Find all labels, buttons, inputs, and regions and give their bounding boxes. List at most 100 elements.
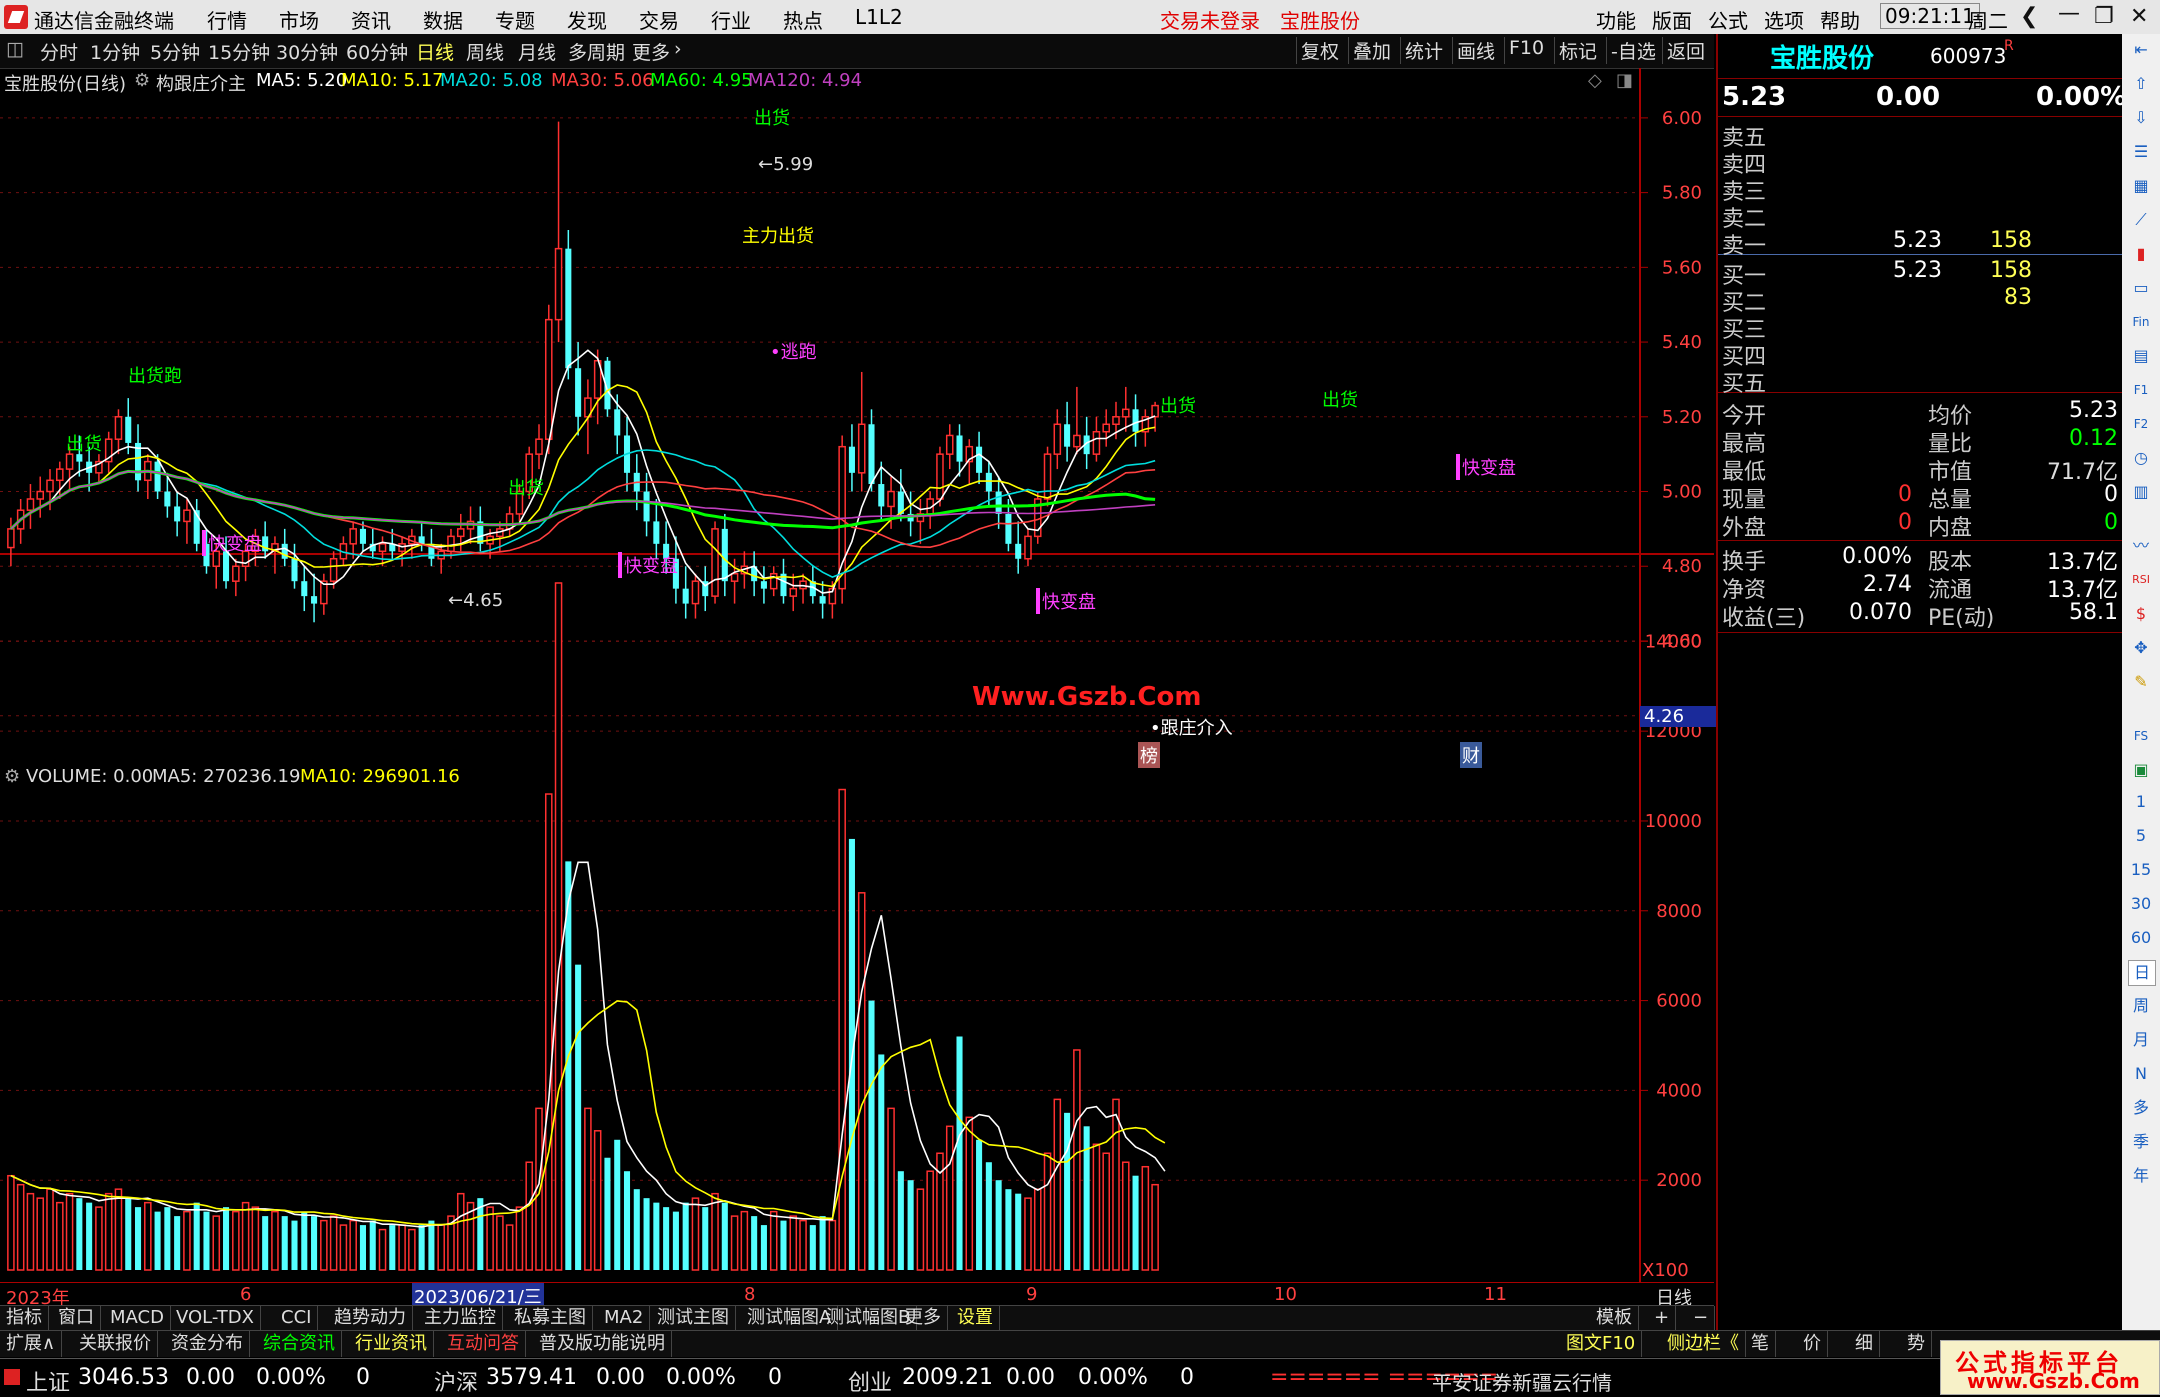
menu-hangqing[interactable]: 行情 [207,5,247,34]
sidebar-period-day[interactable]: 日 [2128,960,2156,986]
menu-xuanxiang[interactable]: 选项 [1764,5,1804,34]
menu-shuju[interactable]: 数据 [423,5,463,34]
sidebar-period-5[interactable]: 5 [2128,824,2154,848]
minimize-icon[interactable]: — [2058,1,2080,26]
bid-row-3[interactable]: 买三 [1718,312,2122,343]
sidebar-period-year[interactable]: 年 [2128,1164,2154,1188]
period-60min[interactable]: 60分钟 [346,38,408,65]
side-tab-0[interactable]: 图文F10 [1560,1331,1643,1357]
side-tab-2[interactable]: 笔 [1745,1331,1776,1357]
sidebar-period-week[interactable]: 周 [2128,994,2154,1018]
menu-zhuanti[interactable]: 专题 [495,5,535,34]
panel-toggle-icon[interactable]: ◫ [6,38,24,60]
template-tab-2[interactable]: − [1687,1306,1716,1330]
indicator-tab-6[interactable]: 主力监控 [418,1306,503,1330]
period-15min[interactable]: 15分钟 [208,38,270,65]
close-icon[interactable]: ✕ [2130,4,2148,29]
biaoji-button[interactable]: 标记 [1554,37,1601,64]
info-tab-4[interactable]: 行业资讯 [349,1331,434,1357]
indicator-tab-13[interactable]: 设置 [951,1306,1000,1330]
up-arrow-icon[interactable]: ⇧ [2128,72,2154,96]
login-status[interactable]: 交易未登录 [1160,5,1260,34]
table-icon[interactable]: ▦ [2128,174,2154,198]
sidebar-period-1[interactable]: 1 [2128,790,2154,814]
chevron-right-icon[interactable]: › [674,38,682,60]
info-tab-6[interactable]: 普及版功能说明 [533,1331,672,1357]
f2-icon[interactable]: F2 [2128,412,2154,436]
indicator-tab-2[interactable]: MACD [104,1306,171,1330]
indicator-tab-3[interactable]: VOL-TDX [170,1306,261,1330]
menu-l1l2[interactable]: L1L2 [855,5,903,29]
zixuan-button[interactable]: -自选 [1606,37,1660,64]
f1-icon[interactable]: F1 [2128,378,2154,402]
menu-redian[interactable]: 热点 [783,5,823,34]
down-arrow-icon[interactable]: ⇩ [2128,106,2154,130]
fuquan-button[interactable]: 复权 [1296,37,1343,64]
info-tab-3[interactable]: 综合资讯 [257,1331,342,1357]
sidebar-period-multi[interactable]: 多 [2128,1096,2154,1120]
clock-icon[interactable]: ◷ [2128,446,2154,470]
huaxian-button[interactable]: 画线 [1452,37,1499,64]
fs-icon[interactable]: FS [2128,724,2154,748]
indicator-tab-8[interactable]: MA2 [598,1306,651,1330]
grid-icon[interactable]: ▥ [2128,480,2154,504]
bang-badge[interactable]: 榜 [1138,742,1160,768]
side-tab-1[interactable]: 侧边栏《 [1661,1331,1746,1357]
menu-zixun[interactable]: 资讯 [351,5,391,34]
side-tab-5[interactable]: 势 [1901,1331,1932,1357]
ask-row-4[interactable]: 卖四 [1718,147,2122,178]
menu-hangye[interactable]: 行业 [711,5,751,34]
period-5min[interactable]: 5分钟 [150,38,200,65]
period-fenshi[interactable]: 分时 [40,38,78,65]
indicator-tab-0[interactable]: 指标 [0,1306,49,1330]
doc-icon[interactable]: ▤ [2128,344,2154,368]
menu-bangzhu[interactable]: 帮助 [1820,5,1860,34]
menu-gongshi[interactable]: 公式 [1708,5,1748,34]
indicator-tab-12[interactable]: 更多 [899,1306,948,1330]
menu-faxian[interactable]: 发现 [567,5,607,34]
menu-shichang[interactable]: 市场 [279,5,319,34]
side-tab-3[interactable]: 价 [1797,1331,1828,1357]
diejia-button[interactable]: 叠加 [1348,37,1395,64]
sidebar-period-30[interactable]: 30 [2128,892,2154,916]
list-icon[interactable]: ☰ [2128,140,2154,164]
cai-badge[interactable]: 财 [1460,742,1482,768]
bid-row-4[interactable]: 买四 [1718,339,2122,370]
bid-row-1[interactable]: 买一 5.23 158 [1718,258,2122,289]
info-tab-2[interactable]: 资金分布 [165,1331,250,1357]
sidebar-period-n[interactable]: N [2128,1062,2154,1086]
menu-jiaoyi[interactable]: 交易 [639,5,679,34]
money-icon[interactable]: $ [2128,602,2154,626]
period-more[interactable]: 更多 [632,38,670,65]
template-tab-1[interactable]: + [1648,1306,1677,1330]
kline-chart[interactable]: 6.005.805.605.405.205.004.804.604.401400… [0,68,1714,1305]
indicator-tab-1[interactable]: 窗口 [52,1306,101,1330]
collapse-icon[interactable]: ⇤ [2128,38,2154,62]
info-tab-1[interactable]: 关联报价 [73,1331,158,1357]
menu-banmian[interactable]: 版面 [1652,5,1692,34]
period-1min[interactable]: 1分钟 [90,38,140,65]
wave-icon[interactable]: 〰 [2128,534,2154,558]
back-arrow-icon[interactable]: ❮ [2020,4,2038,29]
ask-row-2[interactable]: 卖二 [1718,201,2122,232]
info-tab-5[interactable]: 互动问答 [441,1331,526,1357]
f10-button[interactable]: F10 [1504,37,1548,64]
ask-row-1[interactable]: 卖一 5.23 158 [1718,228,2122,259]
indicator-tab-9[interactable]: 测试主图 [651,1306,736,1330]
period-multi[interactable]: 多周期 [568,38,625,65]
indicator-tab-4[interactable]: CCI [275,1306,319,1330]
fanhui-button[interactable]: 返回 [1662,37,1709,64]
fin-icon[interactable]: Fin [2128,310,2154,334]
candle-icon[interactable]: ▮ [2128,242,2154,266]
ask-row-3[interactable]: 卖三 [1718,174,2122,205]
side-tab-4[interactable]: 细 [1849,1331,1880,1357]
period-30min[interactable]: 30分钟 [276,38,338,65]
tongji-button[interactable]: 统计 [1400,37,1447,64]
sidebar-period-60[interactable]: 60 [2128,926,2154,950]
restore-icon[interactable]: ❐ [2094,4,2114,29]
indicator-tab-7[interactable]: 私募主图 [508,1306,593,1330]
idx2-name[interactable]: 沪深 [434,1365,478,1397]
pen-icon[interactable]: ✎ [2128,670,2154,694]
bid-row-5[interactable]: 买五 [1718,366,2122,397]
sidebar-period-15[interactable]: 15 [2128,858,2154,882]
